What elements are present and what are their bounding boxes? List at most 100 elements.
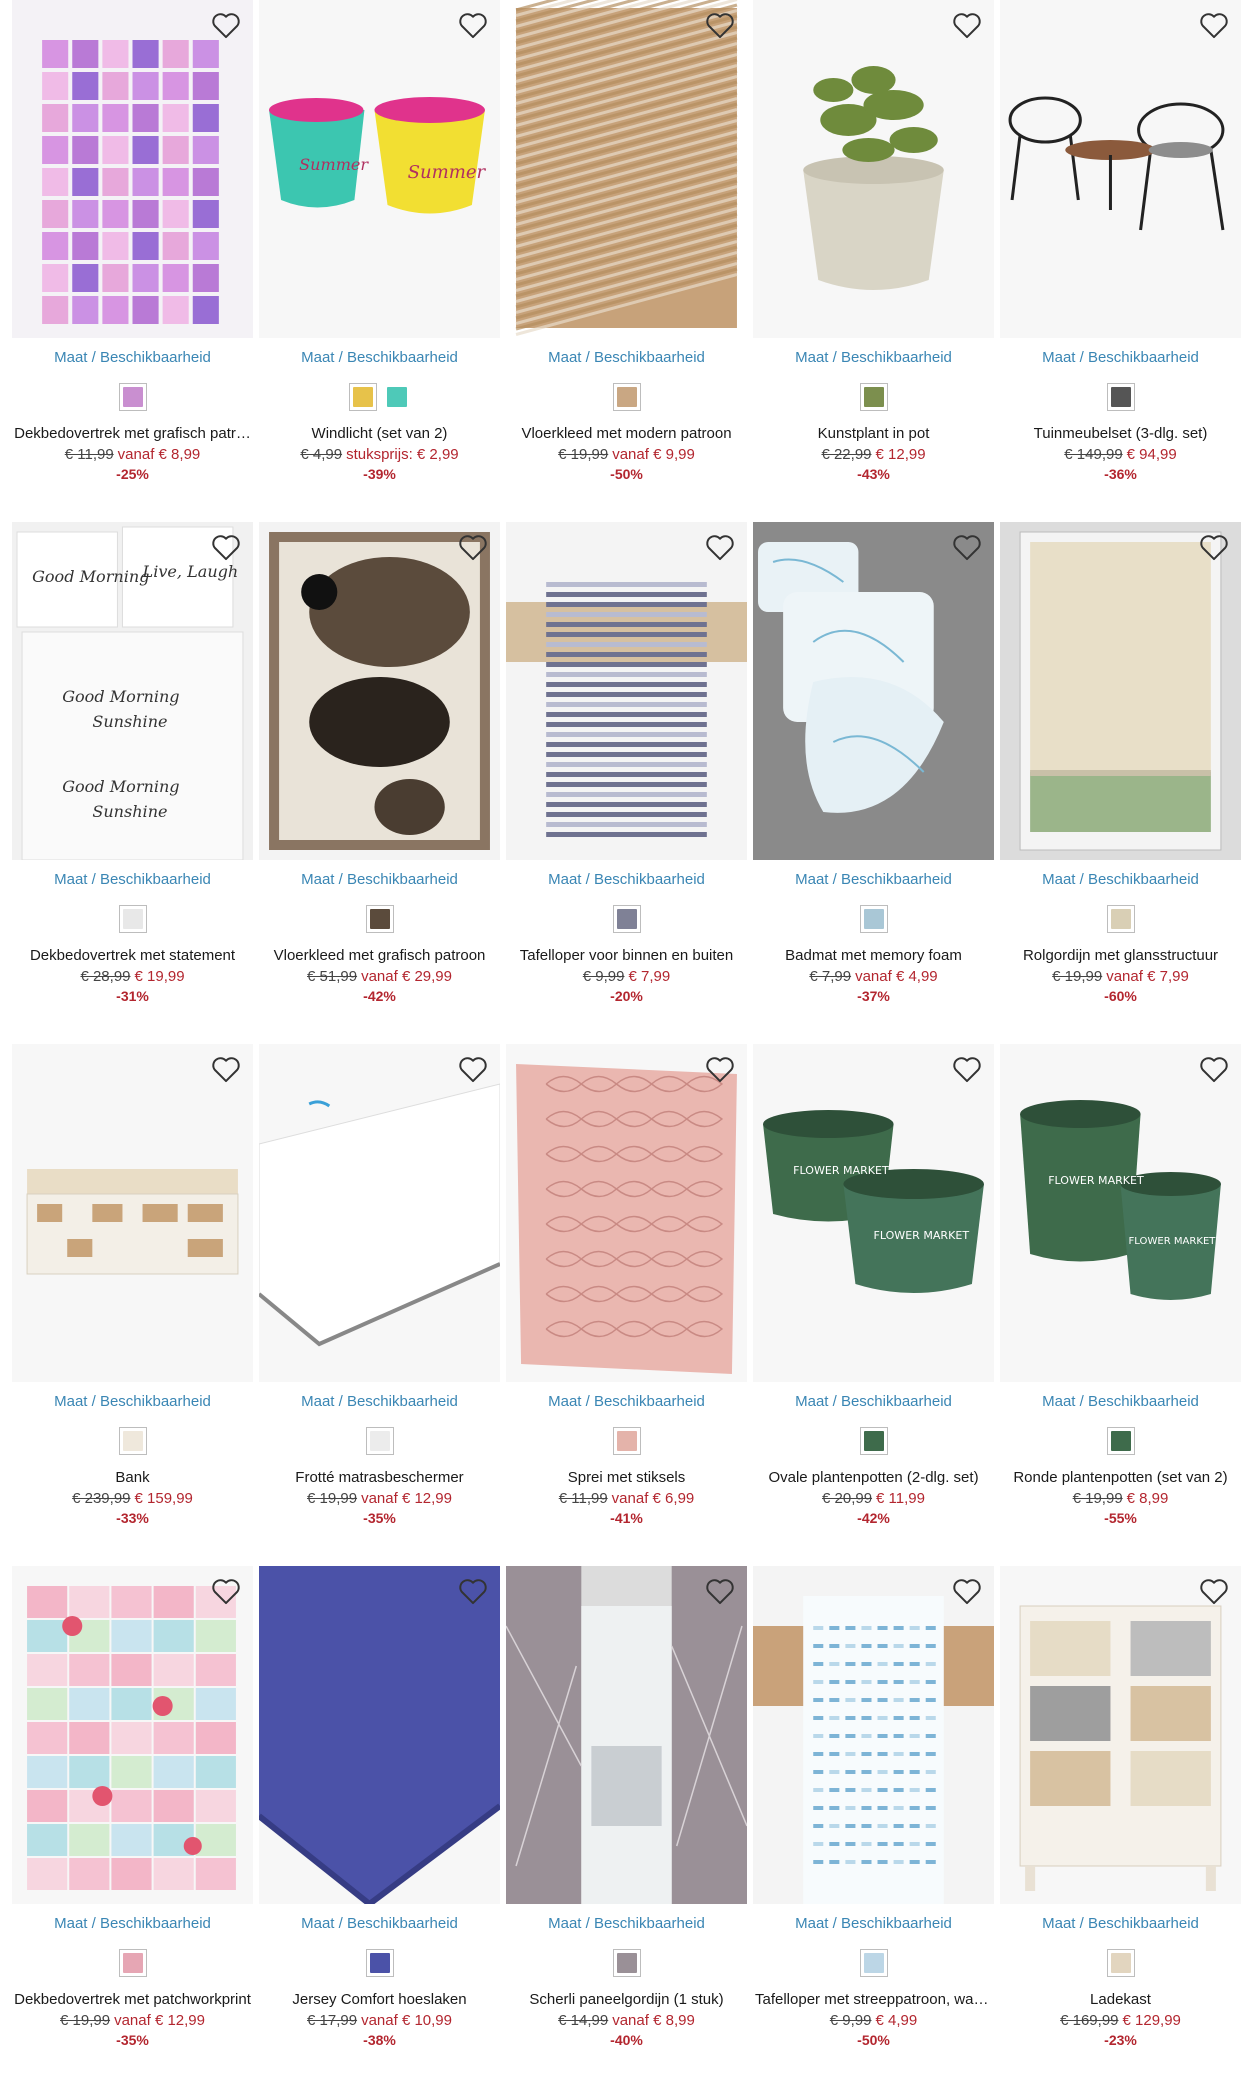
size-availability-link[interactable]: Maat / Beschikbaarheid [257, 871, 502, 888]
color-swatch[interactable] [365, 905, 394, 933]
color-swatch[interactable] [118, 383, 147, 411]
color-swatch[interactable] [859, 1949, 888, 1977]
product-card[interactable]: FLOWER MARKET FLOWER MARKET Maat / Beschi… [751, 1044, 996, 1544]
wishlist-heart-icon[interactable] [950, 1052, 984, 1086]
wishlist-heart-icon[interactable] [703, 1574, 737, 1608]
color-swatch[interactable] [859, 1427, 888, 1455]
product-name[interactable]: Ronde plantenpotten (set van 2) [998, 1469, 1243, 1486]
size-availability-link[interactable]: Maat / Beschikbaarheid [257, 349, 502, 366]
size-availability-link[interactable]: Maat / Beschikbaarheid [504, 1915, 749, 1932]
color-swatch[interactable] [1106, 383, 1135, 411]
color-swatch[interactable] [612, 383, 641, 411]
size-availability-link[interactable]: Maat / Beschikbaarheid [751, 1393, 996, 1410]
product-image[interactable] [506, 0, 747, 338]
product-card[interactable]: Maat / Beschikbaarheid Dekbedovertrek me… [10, 0, 255, 500]
size-availability-link[interactable]: Maat / Beschikbaarheid [751, 871, 996, 888]
color-swatch[interactable] [382, 383, 411, 411]
product-card[interactable]: Maat / Beschikbaarheid Tuinmeubelset (3-… [998, 0, 1243, 500]
product-image[interactable] [506, 1566, 747, 1904]
product-name[interactable]: Badmat met memory foam [751, 947, 996, 964]
color-swatch[interactable] [859, 383, 888, 411]
product-image[interactable] [753, 1566, 994, 1904]
product-image[interactable] [506, 522, 747, 860]
wishlist-heart-icon[interactable] [1197, 1052, 1231, 1086]
product-card[interactable]: Maat / Beschikbaarheid Dekbedovertrek me… [10, 1566, 255, 2066]
product-name[interactable]: Sprei met stiksels [504, 1469, 749, 1486]
color-swatch[interactable] [1106, 1427, 1135, 1455]
wishlist-heart-icon[interactable] [456, 1574, 490, 1608]
product-card[interactable]: Good Morning Live, Laugh Good Morning Sunsh… [10, 522, 255, 1022]
size-availability-link[interactable]: Maat / Beschikbaarheid [10, 1915, 255, 1932]
product-name[interactable]: Tafelloper met streeppatroon, wat… [751, 1991, 996, 2008]
product-name[interactable]: Frotté matrasbeschermer [257, 1469, 502, 1486]
size-availability-link[interactable]: Maat / Beschikbaarheid [504, 349, 749, 366]
product-image[interactable] [259, 1044, 500, 1382]
product-name[interactable]: Rolgordijn met glansstructuur [998, 947, 1243, 964]
size-availability-link[interactable]: Maat / Beschikbaarheid [10, 1393, 255, 1410]
wishlist-heart-icon[interactable] [703, 530, 737, 564]
size-availability-link[interactable]: Maat / Beschikbaarheid [751, 1915, 996, 1932]
size-availability-link[interactable]: Maat / Beschikbaarheid [998, 1915, 1243, 1932]
color-swatch[interactable] [612, 905, 641, 933]
color-swatch[interactable] [859, 905, 888, 933]
product-image[interactable] [259, 522, 500, 860]
product-card[interactable]: Maat / Beschikbaarheid Sprei met stiksel… [504, 1044, 749, 1544]
product-name[interactable]: Ovale plantenpotten (2-dlg. set) [751, 1469, 996, 1486]
product-image[interactable]: Good Morning Live, Laugh Good Morning Sunsh… [12, 522, 253, 860]
product-card[interactable]: Maat / Beschikbaarheid Rolgordijn met gl… [998, 522, 1243, 1022]
wishlist-heart-icon[interactable] [950, 1574, 984, 1608]
product-image[interactable]: FLOWER MARKET FLOWER MARKET [1000, 1044, 1241, 1382]
wishlist-heart-icon[interactable] [456, 530, 490, 564]
product-card[interactable]: Maat / Beschikbaarheid Ladekast € 169,99… [998, 1566, 1243, 2066]
color-swatch[interactable] [1106, 905, 1135, 933]
size-availability-link[interactable]: Maat / Beschikbaarheid [998, 1393, 1243, 1410]
product-name[interactable]: Dekbedovertrek met patchworkprint [10, 1991, 255, 2008]
size-availability-link[interactable]: Maat / Beschikbaarheid [504, 871, 749, 888]
size-availability-link[interactable]: Maat / Beschikbaarheid [504, 1393, 749, 1410]
wishlist-heart-icon[interactable] [456, 1052, 490, 1086]
wishlist-heart-icon[interactable] [950, 530, 984, 564]
wishlist-heart-icon[interactable] [209, 8, 243, 42]
product-name[interactable]: Kunstplant in pot [751, 425, 996, 442]
color-swatch[interactable] [365, 1427, 394, 1455]
product-card[interactable]: Summer Summer Maat / Beschikbaarheid Wind… [257, 0, 502, 500]
product-image[interactable] [12, 1044, 253, 1382]
color-swatch[interactable] [1106, 1949, 1135, 1977]
product-card[interactable]: Maat / Beschikbaarheid Tafelloper voor b… [504, 522, 749, 1022]
product-card[interactable]: Maat / Beschikbaarheid Vloerkleed met mo… [504, 0, 749, 500]
size-availability-link[interactable]: Maat / Beschikbaarheid [257, 1393, 502, 1410]
product-name[interactable]: Ladekast [998, 1991, 1243, 2008]
size-availability-link[interactable]: Maat / Beschikbaarheid [751, 349, 996, 366]
product-image[interactable] [1000, 1566, 1241, 1904]
product-card[interactable]: Maat / Beschikbaarheid Kunstplant in pot… [751, 0, 996, 500]
wishlist-heart-icon[interactable] [1197, 530, 1231, 564]
wishlist-heart-icon[interactable] [456, 8, 490, 42]
product-image[interactable] [1000, 522, 1241, 860]
size-availability-link[interactable]: Maat / Beschikbaarheid [998, 349, 1243, 366]
color-swatch[interactable] [118, 1949, 147, 1977]
product-name[interactable]: Vloerkleed met grafisch patroon [257, 947, 502, 964]
product-card[interactable]: Maat / Beschikbaarheid Tafelloper met st… [751, 1566, 996, 2066]
color-swatch[interactable] [118, 1427, 147, 1455]
product-name[interactable]: Jersey Comfort hoeslaken [257, 1991, 502, 2008]
product-card[interactable]: Maat / Beschikbaarheid Vloerkleed met gr… [257, 522, 502, 1022]
product-image[interactable] [506, 1044, 747, 1382]
product-name[interactable]: Dekbedovertrek met statement [10, 947, 255, 964]
product-image[interactable] [259, 1566, 500, 1904]
product-card[interactable]: Maat / Beschikbaarheid Scherli paneelgor… [504, 1566, 749, 2066]
product-name[interactable]: Windlicht (set van 2) [257, 425, 502, 442]
size-availability-link[interactable]: Maat / Beschikbaarheid [998, 871, 1243, 888]
product-card[interactable]: Maat / Beschikbaarheid Frotté matrasbesc… [257, 1044, 502, 1544]
product-name[interactable]: Bank [10, 1469, 255, 1486]
product-card[interactable]: FLOWER MARKET FLOWER MARKET Maat / Beschi… [998, 1044, 1243, 1544]
color-swatch[interactable] [118, 905, 147, 933]
wishlist-heart-icon[interactable] [209, 1052, 243, 1086]
wishlist-heart-icon[interactable] [950, 8, 984, 42]
color-swatch[interactable] [612, 1427, 641, 1455]
wishlist-heart-icon[interactable] [1197, 8, 1231, 42]
product-name[interactable]: Tafelloper voor binnen en buiten [504, 947, 749, 964]
color-swatch[interactable] [365, 1949, 394, 1977]
product-image[interactable] [12, 0, 253, 338]
product-image[interactable]: Summer Summer [259, 0, 500, 338]
size-availability-link[interactable]: Maat / Beschikbaarheid [257, 1915, 502, 1932]
